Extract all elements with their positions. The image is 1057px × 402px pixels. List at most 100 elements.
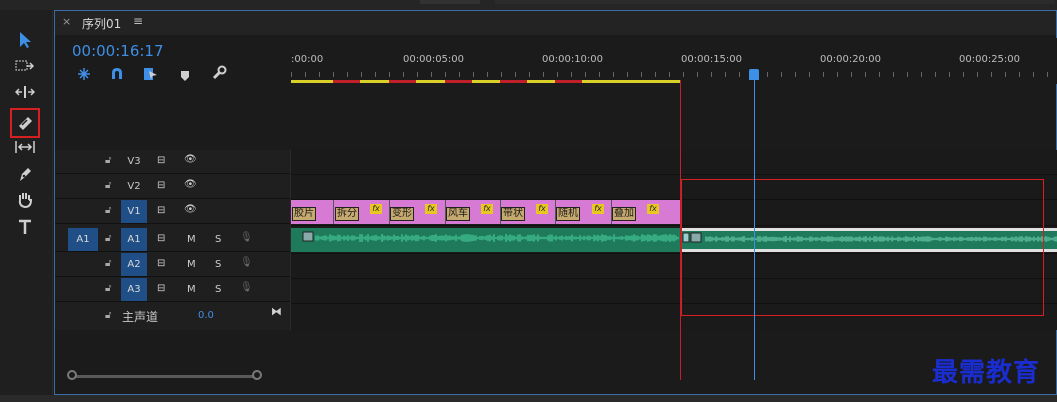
fx-badge: fx (647, 204, 659, 214)
scroll-handle-right[interactable] (252, 370, 262, 380)
ruler-minor-tick (963, 72, 964, 77)
mute-button[interactable]: M (187, 234, 196, 245)
ruler-minor-tick (529, 72, 530, 77)
ruler-minor-tick (823, 72, 824, 77)
ruler-minor-tick (725, 72, 726, 77)
go-to-ends-icon[interactable]: ⧓ (271, 305, 282, 318)
sync-lock-icon[interactable]: ⊟ (157, 205, 165, 216)
ruler-minor-tick (599, 72, 600, 77)
selection-tool-icon[interactable] (10, 28, 40, 52)
lock-icon[interactable]: 🔓︎ (105, 155, 111, 166)
eye-icon[interactable]: 👁︎ (184, 179, 197, 190)
transition-label[interactable]: 胶片 (292, 207, 316, 221)
ruler-minor-tick (711, 72, 712, 77)
ruler-minor-tick (1005, 72, 1006, 77)
ruler-minor-tick (935, 72, 936, 77)
audio-waveform (302, 231, 679, 242)
wrench-settings-icon[interactable] (211, 65, 227, 85)
eye-icon[interactable]: 👁︎ (184, 204, 197, 215)
ruler-minor-tick (473, 72, 474, 77)
sync-lock-icon[interactable]: ⊟ (157, 283, 165, 294)
microphone-icon[interactable]: 🎙︎ (240, 232, 253, 243)
close-tab-button[interactable]: × (62, 15, 71, 28)
track-header-v2: 🔓︎ V2 ⊟ 👁︎ (55, 175, 291, 199)
lock-icon[interactable]: 🔓︎ (105, 310, 111, 321)
type-tool-icon[interactable] (10, 215, 40, 239)
razor-tool-icon[interactable] (10, 111, 40, 135)
solo-button[interactable]: S (215, 259, 221, 270)
ruler-minor-tick (515, 72, 516, 77)
track-name-a3[interactable]: A3 (121, 278, 147, 301)
slip-tool-icon[interactable] (10, 135, 40, 159)
snap-icon[interactable] (110, 66, 124, 85)
tab-sequence-title[interactable]: 序列01 (82, 15, 121, 32)
transition-label[interactable]: 风车 (446, 207, 470, 221)
add-marker-icon[interactable] (180, 67, 190, 86)
sync-lock-icon[interactable]: ⊟ (157, 155, 165, 166)
hand-tool-icon[interactable] (10, 188, 40, 212)
sync-lock-icon[interactable]: ⊟ (157, 258, 165, 269)
playhead-line[interactable] (754, 80, 755, 380)
playhead-timecode[interactable]: 00:00:16:17 (72, 42, 164, 60)
lock-icon[interactable]: 🔓︎ (105, 180, 111, 191)
track-name-a1[interactable]: A1 (121, 228, 147, 251)
ruler-minor-tick (333, 72, 334, 77)
ruler-minor-tick (487, 72, 488, 77)
horizontal-zoom-scrollbar[interactable] (72, 375, 258, 378)
track-name-v2[interactable]: V2 (121, 175, 147, 198)
microphone-icon[interactable]: 🎙︎ (240, 282, 253, 293)
audio-clip[interactable] (291, 228, 680, 252)
ruler-minor-tick (949, 72, 950, 77)
ruler-minor-tick (795, 72, 796, 77)
transition-label[interactable]: 变形 (390, 207, 414, 221)
ruler-minor-tick (417, 72, 418, 77)
ruler-minor-tick (459, 72, 460, 77)
nest-toggle-icon[interactable] (77, 66, 91, 85)
master-volume-value[interactable]: 0.0 (198, 310, 214, 321)
source-patch-a1[interactable]: A1 (68, 228, 98, 251)
mute-button[interactable]: M (187, 259, 196, 270)
top-strip-segment (495, 0, 1055, 4)
transition-label[interactable]: 随机 (556, 207, 580, 221)
track-select-icon[interactable] (10, 54, 40, 78)
lock-icon[interactable]: 🔓︎ (105, 283, 111, 294)
lock-icon[interactable]: 🔓︎ (105, 258, 111, 269)
pen-tool-icon[interactable] (10, 162, 40, 186)
ripple-edit-icon[interactable] (10, 80, 40, 104)
ruler-minor-tick (669, 72, 670, 77)
status-bar (0, 395, 1057, 402)
ruler-minor-tick (837, 72, 838, 77)
mute-button[interactable]: M (187, 284, 196, 295)
ruler-minor-tick (627, 72, 628, 77)
transition-label[interactable]: 拆分 (335, 207, 359, 221)
track-name-a2[interactable]: A2 (121, 253, 147, 276)
lock-icon[interactable]: 🔓︎ (105, 233, 111, 244)
ruler-minor-tick (347, 72, 348, 77)
ruler-minor-tick (389, 72, 390, 77)
playhead-handle[interactable] (749, 69, 759, 80)
ruler-minor-tick (431, 72, 432, 77)
track-header-v1: 🔓︎ V1 ⊟ 👁︎ (55, 200, 291, 224)
ruler-minor-tick (375, 72, 376, 77)
track-header-a1: A1 🔓︎ A1 ⊟ M S 🎙︎ (55, 228, 291, 252)
track-divider (291, 174, 1057, 175)
transition-label[interactable]: 叠加 (612, 207, 636, 221)
microphone-icon[interactable]: 🎙︎ (240, 257, 253, 268)
sync-lock-icon[interactable]: ⊟ (157, 233, 165, 244)
eye-icon[interactable]: 👁︎ (184, 154, 197, 165)
ruler-minor-tick (655, 72, 656, 77)
linked-selection-icon[interactable] (143, 66, 159, 85)
solo-button[interactable]: S (215, 234, 221, 245)
solo-button[interactable]: S (215, 284, 221, 295)
fx-badge: fx (425, 204, 437, 214)
transition-label[interactable]: 带状 (501, 207, 525, 221)
sync-lock-icon[interactable]: ⊟ (157, 180, 165, 191)
ruler-minor-tick (319, 72, 320, 77)
ruler-minor-tick (291, 72, 292, 77)
ruler-tick-label: 00:00:25:00 (959, 54, 1021, 65)
scroll-handle-left[interactable] (67, 370, 77, 380)
track-name-v3[interactable]: V3 (121, 150, 147, 173)
panel-menu-icon[interactable]: ≡ (133, 14, 143, 28)
lock-icon[interactable]: 🔓︎ (105, 205, 111, 216)
track-name-v1[interactable]: V1 (121, 200, 147, 223)
